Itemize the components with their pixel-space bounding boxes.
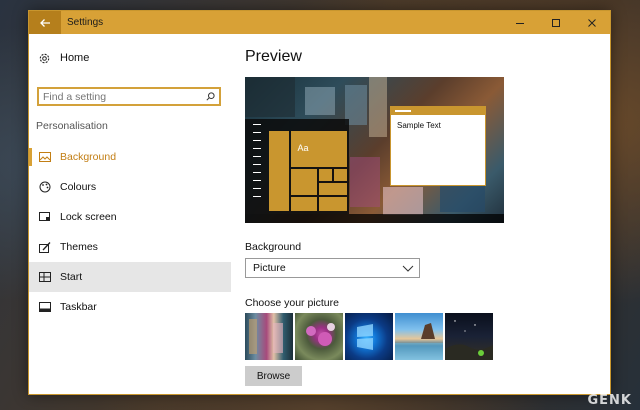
search-input[interactable] [39,90,203,103]
chevron-down-icon [402,265,414,272]
choose-picture-label: Choose your picture [245,297,339,309]
picture-thumbnails [245,313,495,360]
preview-window: Sample Text [390,106,486,186]
taskbar-icon [30,302,60,312]
background-label: Background [245,241,302,253]
brush-icon [30,241,60,253]
background-select-value: Picture [253,262,286,274]
minimize-button[interactable] [502,11,538,34]
sidebar: Home Personalisation Background Colours [29,34,231,394]
main-panel: Preview Aa Sample Text Background Pictur… [245,34,610,394]
preview-start-menu [245,119,349,214]
sidebar-item-colours[interactable]: Colours [29,172,231,202]
start-icon [30,272,60,282]
preview-taskbar [245,214,504,223]
back-button[interactable] [29,11,61,34]
settings-window: Settings Home Personalisation [28,10,611,395]
browse-button[interactable]: Browse [245,366,302,386]
picture-thumbnail-windows-hero[interactable] [345,313,393,360]
picture-icon [30,152,60,162]
sidebar-item-themes[interactable]: Themes [29,232,231,262]
section-title: Personalisation [36,120,108,132]
gear-icon [39,53,50,63]
lock-screen-icon [30,212,60,222]
watermark-logo: GENK [587,393,632,408]
preview-sample-text: Sample Text [397,121,441,130]
sidebar-item-start[interactable]: Start [29,262,231,292]
sidebar-item-background[interactable]: Background [29,142,231,172]
sidebar-nav: Background Colours Lock screen Themes St… [29,142,231,322]
sidebar-item-label: Background [60,151,117,163]
window-title: Settings [67,17,104,28]
home-link[interactable]: Home [38,49,89,67]
sidebar-item-taskbar[interactable]: Taskbar [29,292,231,322]
sidebar-item-label: Taskbar [60,301,97,313]
close-button[interactable] [574,11,610,34]
preview-tile-label: Aa [297,143,309,153]
maximize-icon [552,18,560,27]
sidebar-item-lock-screen[interactable]: Lock screen [29,202,231,232]
picture-thumbnail-night-sky[interactable] [445,313,493,360]
page-title: Preview [245,48,302,65]
picture-thumbnail-beach[interactable] [395,313,443,360]
sidebar-item-label: Start [60,271,83,283]
palette-icon [30,181,60,193]
picture-thumbnail-street-market[interactable] [245,313,293,360]
search-icon[interactable] [203,92,217,101]
picture-thumbnail-flower[interactable] [295,313,343,360]
maximize-button[interactable] [538,11,574,34]
sidebar-item-label: Lock screen [60,211,117,223]
title-bar: Settings [29,11,610,34]
arrow-left-icon [40,18,50,27]
sidebar-item-label: Colours [60,181,97,193]
search-box [37,87,221,106]
home-label: Home [60,52,90,64]
background-select[interactable]: Picture [245,258,420,278]
close-icon [588,18,596,27]
sidebar-item-label: Themes [60,241,98,253]
minimize-icon [516,22,524,24]
theme-preview: Aa Sample Text [245,77,504,223]
